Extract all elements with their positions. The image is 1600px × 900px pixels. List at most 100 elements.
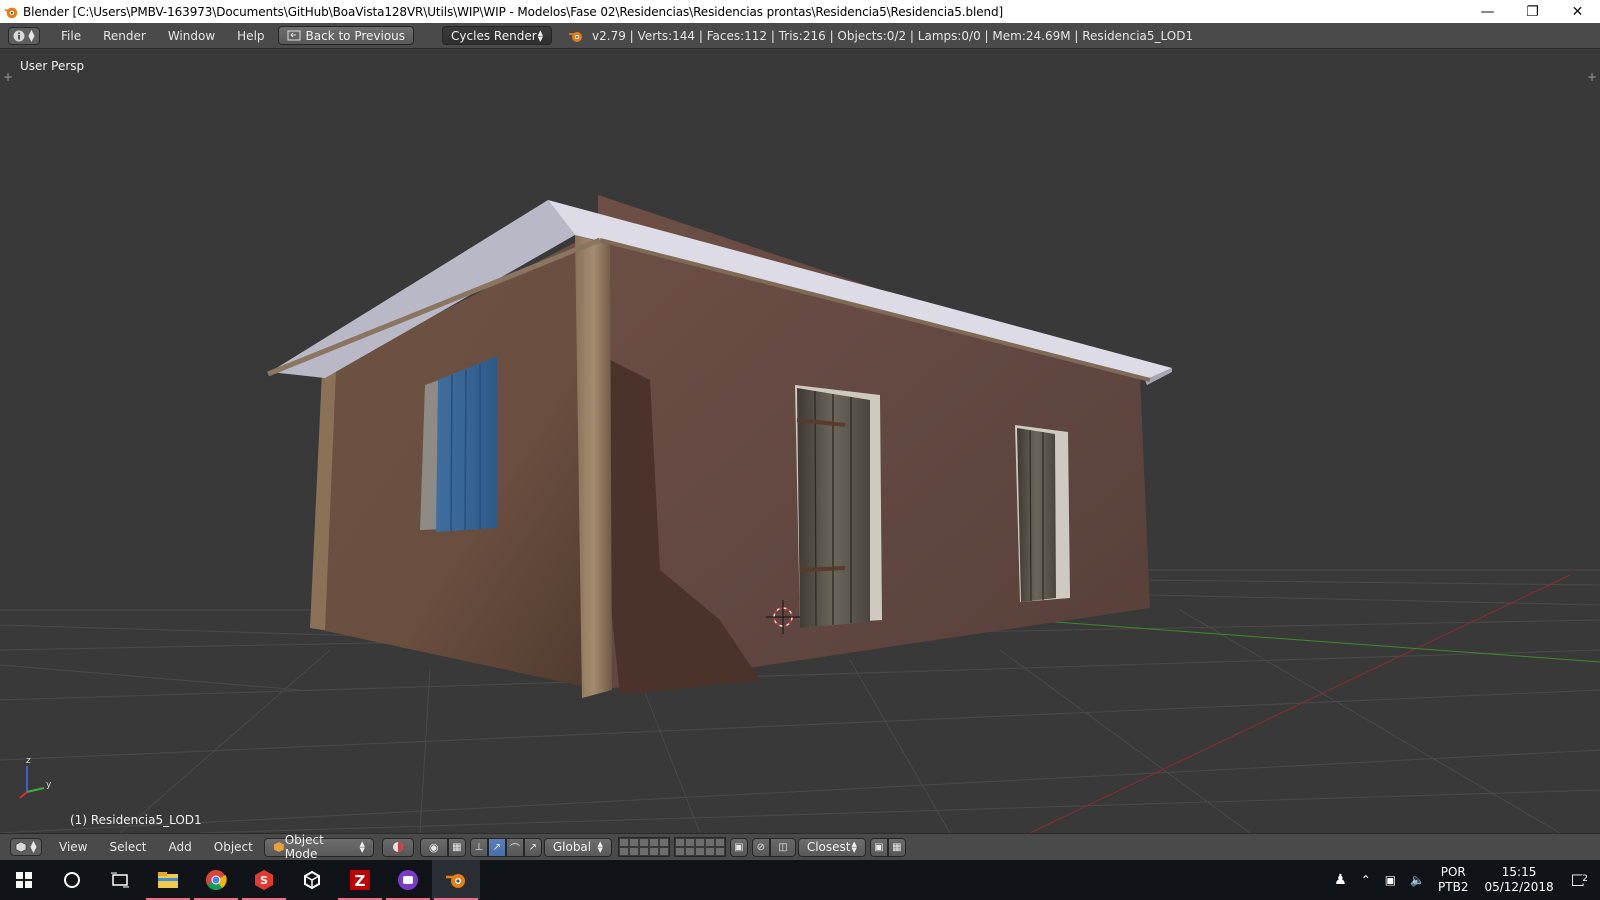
translate-arrow-icon: ↗ — [492, 841, 502, 853]
proportional-group: ⊘ ◫ — [751, 837, 796, 857]
window-title: Blender [C:\Users\PMBV-163973\Documents\… — [23, 4, 1004, 19]
windows-start-icon — [16, 872, 32, 888]
region-toggle-left-icon[interactable]: + — [3, 70, 13, 84]
restore-button[interactable]: ❐ — [1510, 0, 1555, 23]
snap-element-button[interactable]: ◫ — [769, 837, 796, 857]
taskbar-unity[interactable] — [288, 860, 336, 900]
clock-time: 15:15 — [1501, 865, 1537, 879]
minimize-icon: — — [1480, 3, 1495, 20]
editor-type-selector[interactable]: ▲ ▼ — [10, 838, 42, 856]
back-to-previous-button[interactable]: Back to Previous — [277, 26, 415, 45]
door-2 — [1017, 428, 1056, 602]
filezilla-icon: Z — [350, 870, 370, 890]
menu-render[interactable]: Render — [92, 29, 157, 43]
screen-back-icon — [287, 30, 301, 40]
viewport-shading-selector[interactable] — [381, 837, 414, 857]
blender-logo-icon — [569, 31, 583, 42]
updown-arrows-icon: ▲ ▼ — [851, 840, 857, 854]
manipulator-icon: ⊥ — [474, 841, 484, 853]
taskbar-blender[interactable] — [432, 860, 480, 900]
input-language-button[interactable]: POR PTB2 — [1432, 865, 1474, 895]
updown-arrows-icon: ▲ ▼ — [359, 840, 365, 854]
blender-logo-icon — [4, 7, 18, 18]
proportional-editing-icon: ⊘ — [756, 841, 766, 853]
language-code: POR — [1440, 865, 1466, 879]
layers-grid-1[interactable] — [617, 837, 670, 857]
clock-button[interactable]: 15:15 05/12/2018 — [1474, 865, 1563, 895]
cortana-button[interactable] — [48, 860, 96, 900]
people-button[interactable]: ♟ — [1327, 872, 1354, 888]
updown-arrows-icon: ▲ ▼ — [30, 839, 37, 854]
menu-add[interactable]: Add — [158, 840, 203, 854]
taskbar-file-explorer[interactable] — [144, 860, 192, 900]
show-hidden-icons-button[interactable]: ⌃ — [1354, 873, 1378, 887]
3d-view-header: ▲ ▼ View Select Add Object Object Mode ▲ ▼… — [0, 833, 1600, 861]
render-engine-value: Cycles Render — [451, 28, 537, 43]
proportional-editing-button[interactable]: ⊘ — [751, 837, 770, 857]
action-center-button[interactable]: ☐ 2 — [1564, 871, 1592, 890]
rotate-manipulator-button[interactable]: ⌒ — [505, 837, 524, 857]
region-toggle-right-icon[interactable]: + — [1587, 70, 1597, 84]
taskbar-chrome[interactable] — [192, 860, 240, 900]
transform-orientation-dropdown[interactable]: Global ▲ ▼ — [543, 837, 612, 857]
lock-layer-button[interactable]: ▣ — [729, 837, 748, 857]
notification-count: 2 — [1580, 873, 1590, 884]
close-button[interactable]: ✕ — [1555, 0, 1600, 23]
viewport-shading-button[interactable] — [381, 837, 414, 857]
mode-dropdown[interactable]: Object Mode ▲ ▼ — [263, 833, 374, 861]
blender-icon — [446, 874, 465, 888]
menu-help[interactable]: Help — [226, 29, 275, 43]
orientation-value: Global — [552, 840, 592, 854]
file-explorer-icon — [158, 872, 178, 888]
network-icon: ▣ — [1384, 873, 1397, 887]
network-button[interactable]: ▣ — [1378, 873, 1403, 887]
system-tray: ♟ ⌃ ▣ 🔈 POR PTB2 15:15 05/12/2018 ☐ 2 — [1327, 860, 1600, 900]
info-header: ▲ ▼ File Render Window Help Back to Previ… — [0, 23, 1600, 49]
manipulator-toggle-button[interactable]: ⊥ — [469, 837, 488, 857]
scale-icon: ↗ — [528, 841, 538, 853]
start-button[interactable] — [0, 860, 48, 900]
pivot-point-button[interactable]: ◉ — [419, 837, 448, 857]
editor-type-selector[interactable]: ▲ ▼ — [8, 26, 40, 45]
render-group: ▣ ▦ — [869, 837, 906, 857]
volume-button[interactable]: 🔈 — [1403, 873, 1432, 887]
render-animation-button[interactable]: ▦ — [887, 837, 906, 857]
keyboard-layout: PTB2 — [1438, 880, 1469, 894]
task-view-icon — [111, 872, 129, 888]
menu-window[interactable]: Window — [157, 29, 226, 43]
taskbar-filezilla[interactable]: Z — [336, 860, 384, 900]
layers-grid-2[interactable] — [673, 837, 726, 857]
menu-file[interactable]: File — [50, 29, 92, 43]
menu-object[interactable]: Object — [203, 840, 264, 854]
3d-viewport[interactable]: User Persp z y (1) Residencia5_LOD1 + + — [0, 50, 1600, 833]
menu-view[interactable]: View — [48, 840, 98, 854]
windows-taskbar: S Z ♟ ⌃ ▣ 🔈 POR PTB2 15:15 05/12/2018 ☐ … — [0, 860, 1600, 900]
rotate-arc-icon: ⌒ — [509, 843, 520, 855]
snap-target-dropdown[interactable]: Closest ▲ ▼ — [797, 837, 866, 857]
translate-manipulator-button[interactable]: ↗ — [487, 837, 506, 857]
menu-select[interactable]: Select — [98, 840, 157, 854]
mode-value: Object Mode — [284, 833, 324, 861]
pivot-point-icon: ◉ — [429, 840, 439, 854]
taskbar-app-s[interactable]: S — [240, 860, 288, 900]
back-to-previous-label: Back to Previous — [305, 28, 406, 43]
manipulate-centers-button[interactable]: ▦ — [447, 837, 466, 857]
chrome-icon — [206, 870, 227, 891]
task-view-button[interactable] — [96, 860, 144, 900]
people-icon: ♟ — [1334, 872, 1347, 888]
snap-magnet-icon: ◫ — [778, 841, 788, 853]
render-engine-dropdown[interactable]: Cycles Render ▲ ▼ — [442, 26, 553, 45]
speaker-icon: 🔈 — [1410, 873, 1426, 887]
axis-gizmo — [19, 766, 45, 799]
app-purple-icon — [398, 870, 418, 890]
scale-manipulator-button[interactable]: ↗ — [523, 837, 542, 857]
lock-layer-icon: ▣ — [734, 841, 744, 853]
window-titlebar: Blender [C:\Users\PMBV-163973\Documents\… — [0, 0, 1600, 23]
layer-lock-group: ▣ — [729, 837, 748, 857]
scene-statistics: v2.79 | Verts:144 | Faces:112 | Tris:216… — [592, 28, 1194, 43]
render-opengl-button[interactable]: ▣ — [869, 837, 888, 857]
gizmo-y-label: y — [46, 780, 52, 790]
minimize-button[interactable]: — — [1465, 0, 1510, 23]
taskbar-app-purple[interactable] — [384, 860, 432, 900]
close-icon: ✕ — [1571, 3, 1584, 20]
